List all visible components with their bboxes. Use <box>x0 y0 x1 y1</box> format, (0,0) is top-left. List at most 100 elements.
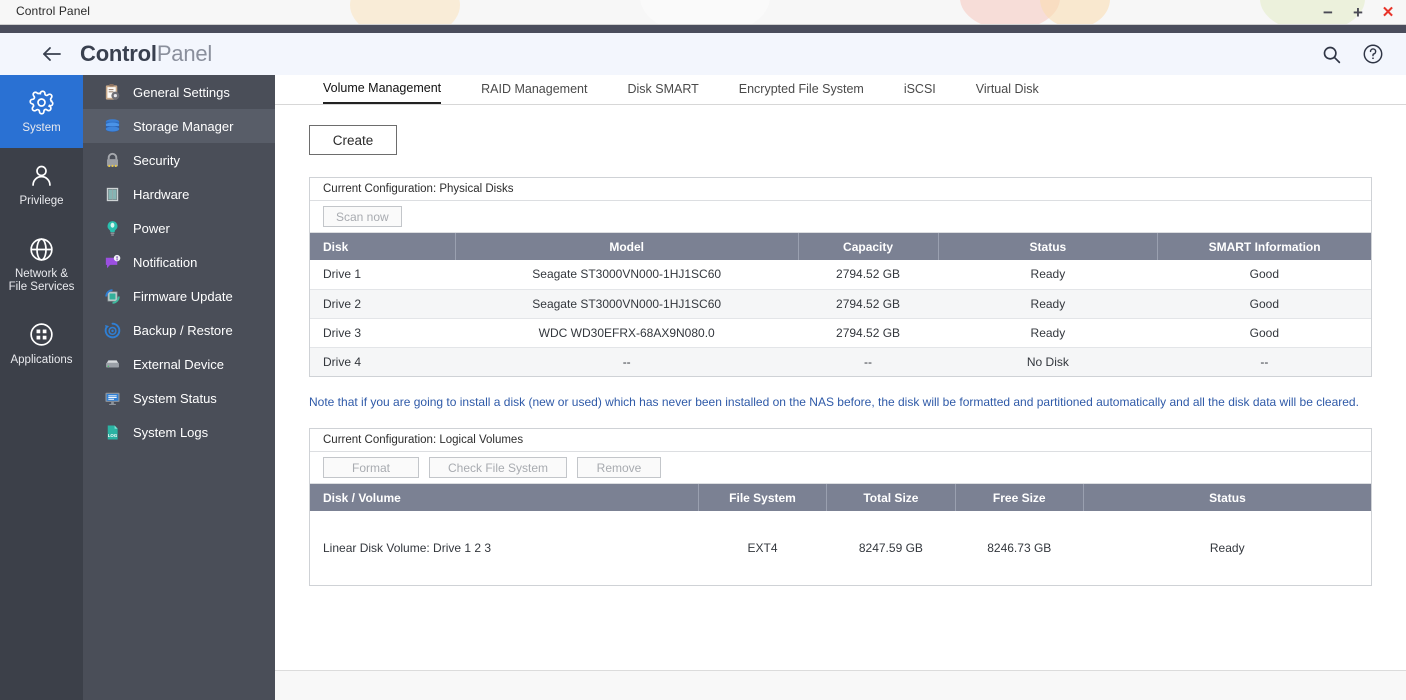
wallpaper-blob <box>1040 0 1110 24</box>
cell-capacity: 2794.52 GB <box>798 318 939 348</box>
sidebar-item-firmware-update[interactable]: Firmware Update <box>83 279 275 313</box>
primary-nav-rail: System Privilege Network & File Services… <box>0 75 83 700</box>
col-free-size: Free Size <box>955 484 1084 511</box>
app-header: ControlPanel <box>0 33 1406 75</box>
col-disk: Disk <box>310 233 456 260</box>
sidebar-item-power[interactable]: Power <box>83 211 275 245</box>
sidebar-item-notification[interactable]: Notification <box>83 245 275 279</box>
sidebar-item-label: Notification <box>133 254 198 270</box>
window-controls: − + ✕ <box>1320 0 1396 24</box>
sidebar-item-system-status[interactable]: System Status <box>83 381 275 415</box>
help-circle-icon[interactable] <box>1362 43 1384 65</box>
tab-virtual-disk[interactable]: Virtual Disk <box>976 82 1039 104</box>
cell-model: Seagate ST3000VN000-1HJ1SC60 <box>455 260 799 290</box>
grid-apps-icon <box>28 321 56 349</box>
back-arrow-icon[interactable] <box>40 42 64 66</box>
table-row[interactable]: Linear Disk Volume: Drive 1 2 3 EXT4 824… <box>310 511 1371 585</box>
table-row[interactable]: Drive 1 Seagate ST3000VN000-1HJ1SC60 279… <box>310 260 1371 290</box>
speech-bubble-icon <box>102 252 122 272</box>
col-model: Model <box>455 233 799 260</box>
sidebar-item-backup-restore[interactable]: Backup / Restore <box>83 313 275 347</box>
rail-item-label: Privilege <box>19 194 64 207</box>
col-disk-volume: Disk / Volume <box>310 484 699 511</box>
scan-now-button[interactable]: Scan now <box>323 206 402 227</box>
sidebar-item-label: Security <box>133 152 180 168</box>
tab-encrypted-file-system[interactable]: Encrypted File System <box>739 82 864 104</box>
cell-status: Ready <box>938 289 1158 319</box>
window-footer <box>275 670 1406 700</box>
volume-management-panel: Create Current Configuration: Physical D… <box>275 105 1406 586</box>
remove-button[interactable]: Remove <box>577 457 661 478</box>
tab-volume-management[interactable]: Volume Management <box>323 81 442 104</box>
rail-item-privilege[interactable]: Privilege <box>0 148 83 221</box>
database-icon <box>102 116 122 136</box>
wallpaper-blob <box>640 0 770 24</box>
cell-status: Ready <box>1209 541 1245 555</box>
cell-smart: Good <box>1157 318 1371 348</box>
gear-icon <box>28 89 56 117</box>
sidebar-item-system-logs[interactable]: LOG System Logs <box>83 415 275 449</box>
cell-disk: Drive 3 <box>310 318 456 348</box>
cell-model: WDC WD30EFRX-68AX9N080.0 <box>455 318 799 348</box>
cell-disk: Drive 2 <box>310 289 456 319</box>
table-row[interactable]: Drive 2 Seagate ST3000VN000-1HJ1SC60 279… <box>310 289 1371 319</box>
col-capacity: Capacity <box>798 233 939 260</box>
sidebar-item-label: General Settings <box>133 84 230 100</box>
minimize-icon[interactable]: − <box>1320 4 1336 21</box>
sidebar-item-general-settings[interactable]: General Settings <box>83 75 275 109</box>
main-content: Volume Management RAID Management Disk S… <box>275 75 1406 700</box>
cell-capacity: -- <box>798 347 939 376</box>
sidebar-item-hardware[interactable]: Hardware <box>83 177 275 211</box>
sidebar-item-external-device[interactable]: External Device <box>83 347 275 381</box>
table-row[interactable]: Drive 3 WDC WD30EFRX-68AX9N080.0 2794.52… <box>310 318 1371 348</box>
sidebar-item-label: Storage Manager <box>133 118 234 134</box>
tab-bar: Volume Management RAID Management Disk S… <box>275 75 1406 105</box>
sidebar-item-storage-manager[interactable]: Storage Manager <box>83 109 275 143</box>
cell-filesystem: EXT4 <box>747 541 778 555</box>
cell-model: -- <box>455 347 799 376</box>
page-title-bold: Control <box>80 41 157 66</box>
search-icon[interactable] <box>1320 43 1342 65</box>
monitor-icon <box>102 388 122 408</box>
physical-disks-title: Current Configuration: Physical Disks <box>310 178 1371 201</box>
sidebar-item-label: System Status <box>133 390 217 406</box>
logical-volumes-title: Current Configuration: Logical Volumes <box>310 429 1371 452</box>
cell-capacity: 2794.52 GB <box>798 260 939 290</box>
cell-smart: Good <box>1157 289 1371 319</box>
logical-volumes-card: Current Configuration: Logical Volumes F… <box>309 428 1372 586</box>
tab-raid-management[interactable]: RAID Management <box>481 82 587 104</box>
backup-gear-icon <box>102 320 122 340</box>
close-icon[interactable]: ✕ <box>1380 5 1396 21</box>
table-row[interactable]: Drive 4 -- -- No Disk -- <box>310 347 1371 376</box>
cell-free-size: 8246.73 GB <box>987 541 1052 555</box>
window-titlebar: Control Panel − + ✕ <box>0 0 1406 25</box>
tab-disk-smart[interactable]: Disk SMART <box>627 82 698 104</box>
check-file-system-button[interactable]: Check File System <box>429 457 567 478</box>
sidebar-item-security[interactable]: Security <box>83 143 275 177</box>
cell-status: Ready <box>938 318 1158 348</box>
cell-volume: Linear Disk Volume: Drive 1 2 3 <box>323 541 492 555</box>
bulb-icon <box>102 218 122 238</box>
col-file-system: File System <box>698 484 828 511</box>
rail-item-network-file-services[interactable]: Network & File Services <box>0 221 83 307</box>
cell-status: Ready <box>938 260 1158 290</box>
chip-icon <box>102 184 122 204</box>
col-status: Status <box>938 233 1159 260</box>
tab-iscsi[interactable]: iSCSI <box>904 82 936 104</box>
install-disk-note: Note that if you are going to install a … <box>309 395 1359 409</box>
col-total-size: Total Size <box>826 484 956 511</box>
rail-item-applications[interactable]: Applications <box>0 307 83 380</box>
page-title: ControlPanel <box>80 41 212 67</box>
rail-item-system[interactable]: System <box>0 75 83 148</box>
cell-capacity: 2794.52 GB <box>798 289 939 319</box>
cell-disk: Drive 1 <box>310 260 456 290</box>
create-button[interactable]: Create <box>309 125 397 155</box>
globe-icon <box>28 235 56 263</box>
maximize-icon[interactable]: + <box>1350 4 1366 21</box>
table-header-row: Disk / Volume File System Total Size Fre… <box>310 484 1371 511</box>
sidebar-item-label: Firmware Update <box>133 288 233 304</box>
sidebar-item-label: Hardware <box>133 186 190 202</box>
cell-smart: Good <box>1157 260 1371 290</box>
sidebar-item-label: System Logs <box>133 424 209 440</box>
format-button[interactable]: Format <box>323 457 419 478</box>
